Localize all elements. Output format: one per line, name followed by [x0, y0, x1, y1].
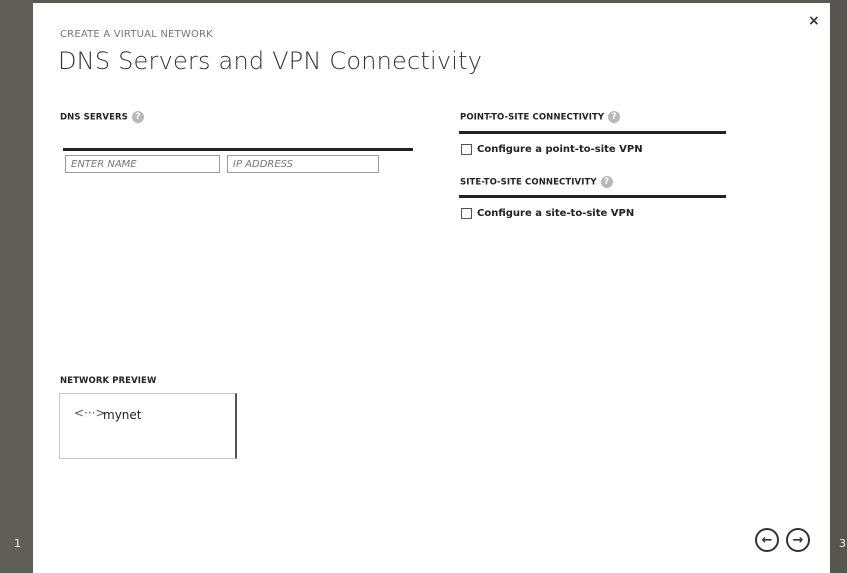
next-step-number: 3 — [839, 537, 846, 550]
next-arrow-icon: → — [792, 532, 804, 548]
left-backdrop — [0, 0, 33, 573]
back-arrow-icon: ← — [761, 532, 773, 548]
dns-servers-rule — [63, 148, 413, 151]
s2s-label: SITE-TO-SITE CONNECTIVITY? — [460, 176, 613, 188]
p2s-help-icon[interactable]: ? — [608, 111, 621, 123]
p2s-checkbox-label[interactable]: Configure a point-to-site VPN — [477, 144, 643, 155]
back-button[interactable]: ← — [755, 528, 779, 552]
next-button[interactable]: → — [786, 528, 810, 552]
close-icon[interactable]: × — [808, 13, 820, 29]
dns-name-input[interactable] — [65, 155, 220, 173]
wizard-breadcrumb: CREATE A VIRTUAL NETWORK — [60, 29, 213, 40]
p2s-checkbox[interactable] — [461, 144, 472, 155]
s2s-help-icon[interactable]: ? — [600, 176, 613, 188]
dns-ip-input[interactable] — [227, 155, 379, 173]
p2s-label: POINT-TO-SITE CONNECTIVITY? — [460, 111, 621, 123]
right-backdrop — [830, 0, 847, 573]
previous-step-number: 1 — [14, 537, 21, 550]
network-icon: <···> — [74, 406, 106, 420]
p2s-label-text: POINT-TO-SITE CONNECTIVITY — [460, 112, 605, 123]
s2s-checkbox-row[interactable]: Configure a site-to-site VPN — [461, 208, 634, 219]
dns-help-icon[interactable]: ? — [131, 111, 144, 123]
s2s-checkbox[interactable] — [461, 208, 472, 219]
network-name: mynet — [103, 408, 142, 422]
s2s-rule — [459, 195, 726, 198]
page-title: DNS Servers and VPN Connectivity — [58, 47, 483, 75]
p2s-checkbox-row[interactable]: Configure a point-to-site VPN — [461, 144, 643, 155]
dns-servers-label: DNS SERVERS? — [60, 111, 144, 123]
network-preview-box: <···> mynet — [59, 393, 237, 459]
p2s-rule — [459, 131, 726, 134]
dns-servers-label-text: DNS SERVERS — [60, 112, 128, 123]
network-preview-label: NETWORK PREVIEW — [60, 376, 157, 386]
s2s-checkbox-label[interactable]: Configure a site-to-site VPN — [477, 208, 634, 219]
s2s-label-text: SITE-TO-SITE CONNECTIVITY — [460, 177, 597, 188]
wizard-dialog: × CREATE A VIRTUAL NETWORK DNS Servers a… — [33, 3, 830, 573]
